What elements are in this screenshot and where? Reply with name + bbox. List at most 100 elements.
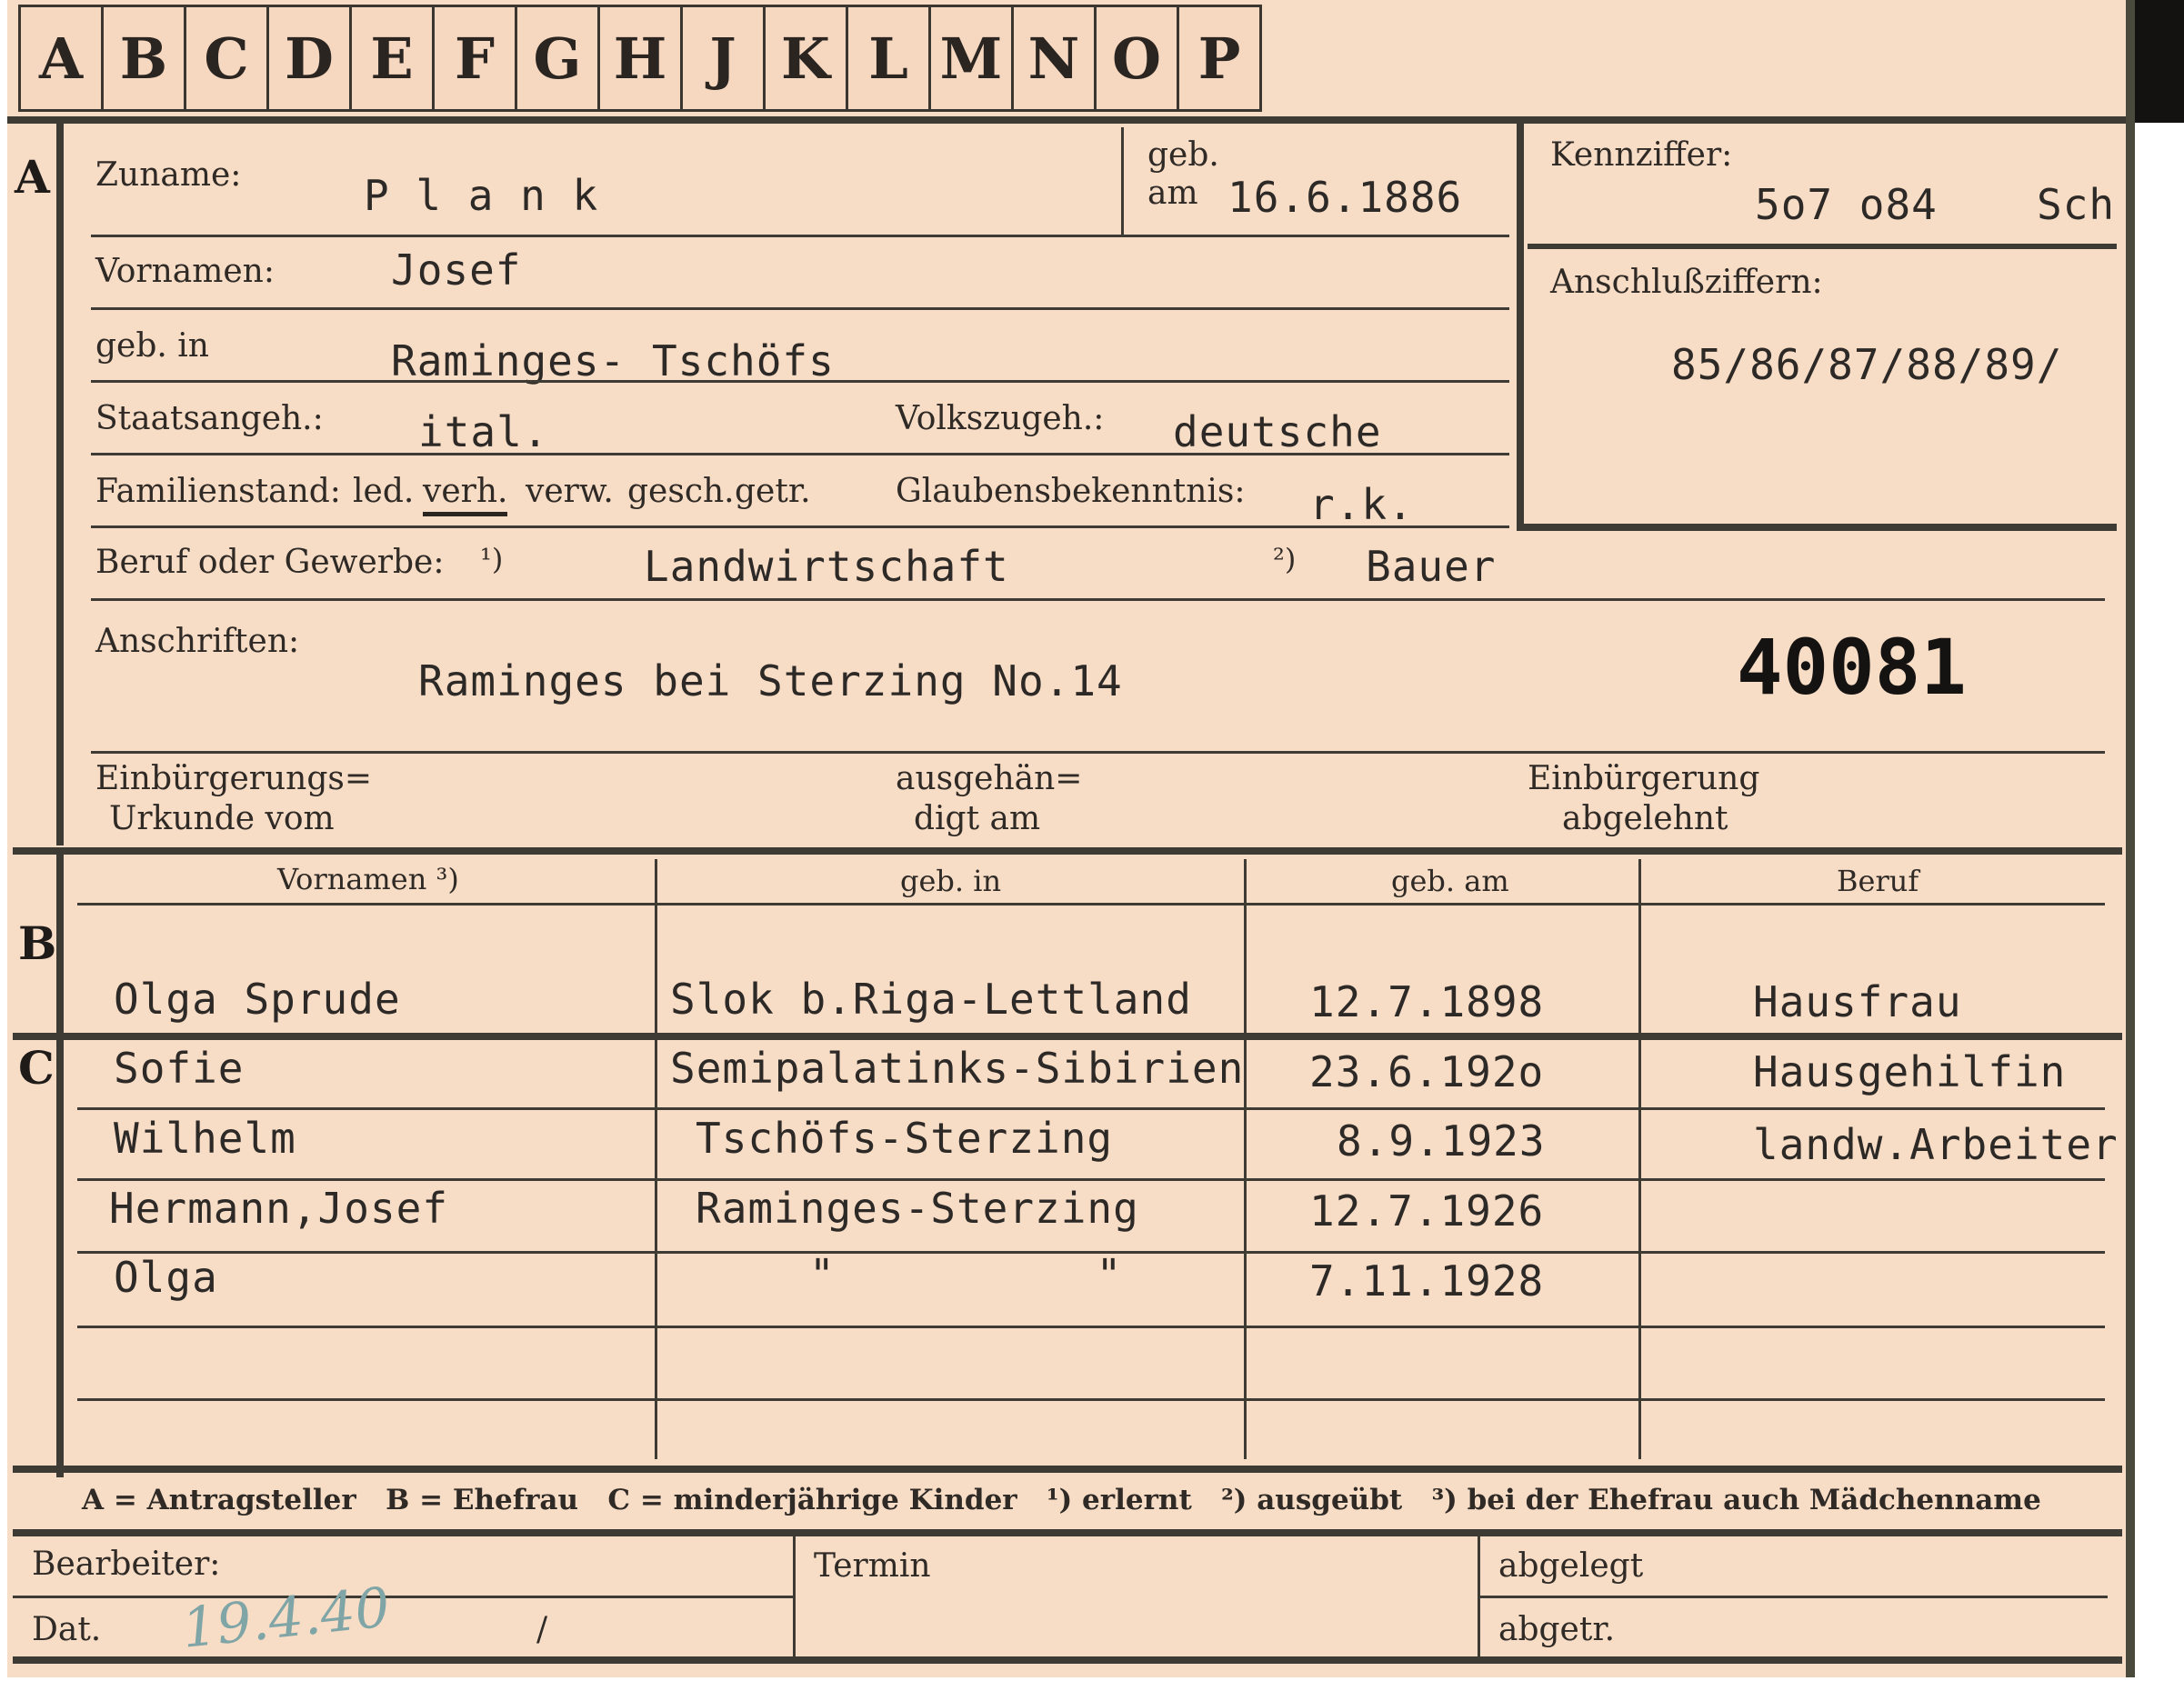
einbuerg-abgelehnt-1: Einbürgerung — [1528, 760, 1760, 797]
rule-section-a-end — [13, 847, 2122, 855]
familienstand-option-getr: getr. — [735, 473, 811, 510]
termin-label: Termin — [814, 1547, 931, 1585]
beruf-value-1: Landwirtschaft — [644, 542, 1009, 591]
volkszugeh-value: deutsche — [1173, 407, 1382, 456]
familienstand-option-gesch: gesch. — [627, 473, 735, 510]
col-divider-1 — [655, 859, 657, 1459]
alphabet-tab-k[interactable]: K — [766, 5, 848, 112]
volkszugeh-label: Volkszugeh.: — [896, 400, 1105, 437]
rule-legend — [13, 1529, 2122, 1536]
alphabet-tab-n[interactable]: N — [1014, 5, 1097, 112]
vornamen-value: Josef — [391, 245, 522, 295]
alphabet-tab-a[interactable]: A — [18, 5, 104, 112]
anschlussziffern-value: 85/86/87/88/89/ — [1671, 340, 2063, 389]
familienstand-label: Familienstand: — [95, 473, 341, 510]
rule-bottom — [13, 1656, 2122, 1664]
dat-slash: / — [536, 1611, 548, 1648]
ausgehaendigt-2: digt am — [914, 800, 1041, 837]
rule-staatsangeh — [91, 453, 1509, 455]
kind-2-beruf: landw.Arbeiter — [1753, 1120, 2119, 1169]
einbuerg-urkunde-2: Urkunde vom — [109, 800, 335, 837]
alphabet-tab-c[interactable]: C — [186, 5, 269, 112]
col-divider-2 — [1244, 859, 1247, 1459]
alphabet-tab-o[interactable]: O — [1097, 5, 1179, 112]
kind-1-geb-in: Semipalatinks-Sibirien — [670, 1044, 1245, 1093]
geb-am-label-1: geb. — [1147, 136, 1219, 174]
col-header-vornamen: Vornamen ³) — [277, 862, 459, 896]
alphabet-tab-g[interactable]: G — [517, 5, 600, 112]
alphabet-tab-p[interactable]: P — [1179, 5, 1262, 112]
rule-col-header — [77, 903, 2105, 906]
rule-kind-5 — [77, 1398, 2105, 1401]
col-header-beruf: Beruf — [1837, 864, 1919, 898]
anschriften-value: Raminges bei Sterzing No.14 — [418, 656, 1123, 705]
left-rule-lower — [56, 855, 64, 1477]
section-c-letter: C — [18, 1041, 55, 1095]
card-background — [7, 0, 2135, 1677]
einbuerg-abgelehnt-2: abgelehnt — [1562, 800, 1728, 837]
legend: A = Antragsteller B = Ehefrau C = minder… — [82, 1484, 2041, 1516]
glauben-value: r.k. — [1309, 480, 1414, 529]
rule-kind-2 — [77, 1178, 2105, 1181]
vornamen-label: Vornamen: — [95, 253, 275, 290]
beruf-label: Beruf oder Gewerbe: — [95, 544, 445, 581]
kind-1-vornamen: Sofie — [114, 1044, 245, 1093]
geb-am-value: 16.6.1886 — [1227, 173, 1463, 222]
left-rule — [56, 123, 64, 846]
alphabet-tab-j[interactable]: J — [683, 5, 766, 112]
kind-3-geb-am: 12.7.1926 — [1309, 1186, 1545, 1236]
ehefrau-beruf: Hausfrau — [1753, 977, 1962, 1026]
footer-divider-1 — [793, 1533, 796, 1660]
alphabet-tabs: ABCDEFGHJKLMNOP — [18, 5, 1262, 114]
geb-in-value: Raminges- Tschöfs — [391, 336, 835, 385]
col-divider-3 — [1638, 859, 1641, 1459]
alphabet-tab-l[interactable]: L — [848, 5, 931, 112]
section-a-letter: A — [15, 150, 50, 204]
familienstand-option-led: led. — [353, 473, 415, 510]
kind-1-beruf: Hausgehilfin — [1753, 1047, 2067, 1096]
beruf-mark-1: ¹) — [480, 542, 504, 576]
alphabet-tab-e[interactable]: E — [352, 5, 435, 112]
kennziffer-divider — [1528, 244, 2117, 249]
einbuerg-urkunde-1: Einbürgerungs= — [95, 760, 373, 797]
section-b-letter: B — [18, 916, 57, 970]
rule-geb-in — [91, 380, 1509, 383]
bearbeiter-label: Bearbeiter: — [32, 1546, 221, 1583]
col-header-geb-am: geb. am — [1391, 864, 1509, 898]
col-header-geb-in: geb. in — [900, 864, 1002, 898]
ehefrau-geb-am: 12.7.1898 — [1309, 977, 1545, 1026]
stamp-number: 40081 — [1737, 623, 1967, 712]
glauben-label: Glaubensbekenntnis: — [896, 473, 1246, 510]
kennziffer-box-left — [1517, 123, 1524, 527]
abgelegt-label: abgelegt — [1498, 1547, 1644, 1585]
kennziffer-box-bottom — [1517, 524, 2117, 531]
ehefrau-geb-in: Slok b.Riga-Lettland — [670, 975, 1192, 1024]
ausgehaendigt-1: ausgehän= — [896, 760, 1083, 797]
dat-label: Dat. — [32, 1611, 102, 1648]
familienstand-option-verw: verw. — [526, 473, 614, 510]
familienstand-option-verh: verh. — [423, 473, 508, 516]
alphabet-tab-f[interactable]: F — [435, 5, 517, 112]
geb-am-label-2: am — [1147, 175, 1198, 212]
alphabet-tab-h[interactable]: H — [600, 5, 683, 112]
alphabet-tab-d[interactable]: D — [269, 5, 352, 112]
rule-familienstand — [91, 525, 1509, 528]
top-rule — [7, 116, 2126, 124]
zuname-value: P l a n k — [364, 171, 599, 220]
staatsangeh-value: ital. — [418, 407, 549, 456]
rule-vornamen — [91, 307, 1509, 310]
kennziffer-value: 5o7 o84 — [1755, 180, 1938, 229]
rule-zuname — [91, 235, 1509, 237]
alphabet-tab-b[interactable]: B — [104, 5, 186, 112]
beruf-value-2: Bauer — [1366, 542, 1497, 591]
kennziffer-suffix: Sch — [2037, 180, 2116, 229]
kind-2-geb-am: 8.9.1923 — [1337, 1116, 1546, 1166]
rule-section-b-end — [13, 1033, 2122, 1040]
kind-1-geb-am: 23.6.192o — [1309, 1047, 1545, 1096]
anschriften-label: Anschriften: — [95, 623, 300, 660]
kind-3-vornamen: Hermann,Josef — [109, 1184, 449, 1233]
kind-4-geb-in: " " — [809, 1250, 1123, 1299]
alphabet-tab-m[interactable]: M — [931, 5, 1014, 112]
index-card: ABCDEFGHJKLMNOP A Zuname: P l a n k geb.… — [0, 0, 2184, 1691]
rule-kind-4 — [77, 1326, 2105, 1328]
